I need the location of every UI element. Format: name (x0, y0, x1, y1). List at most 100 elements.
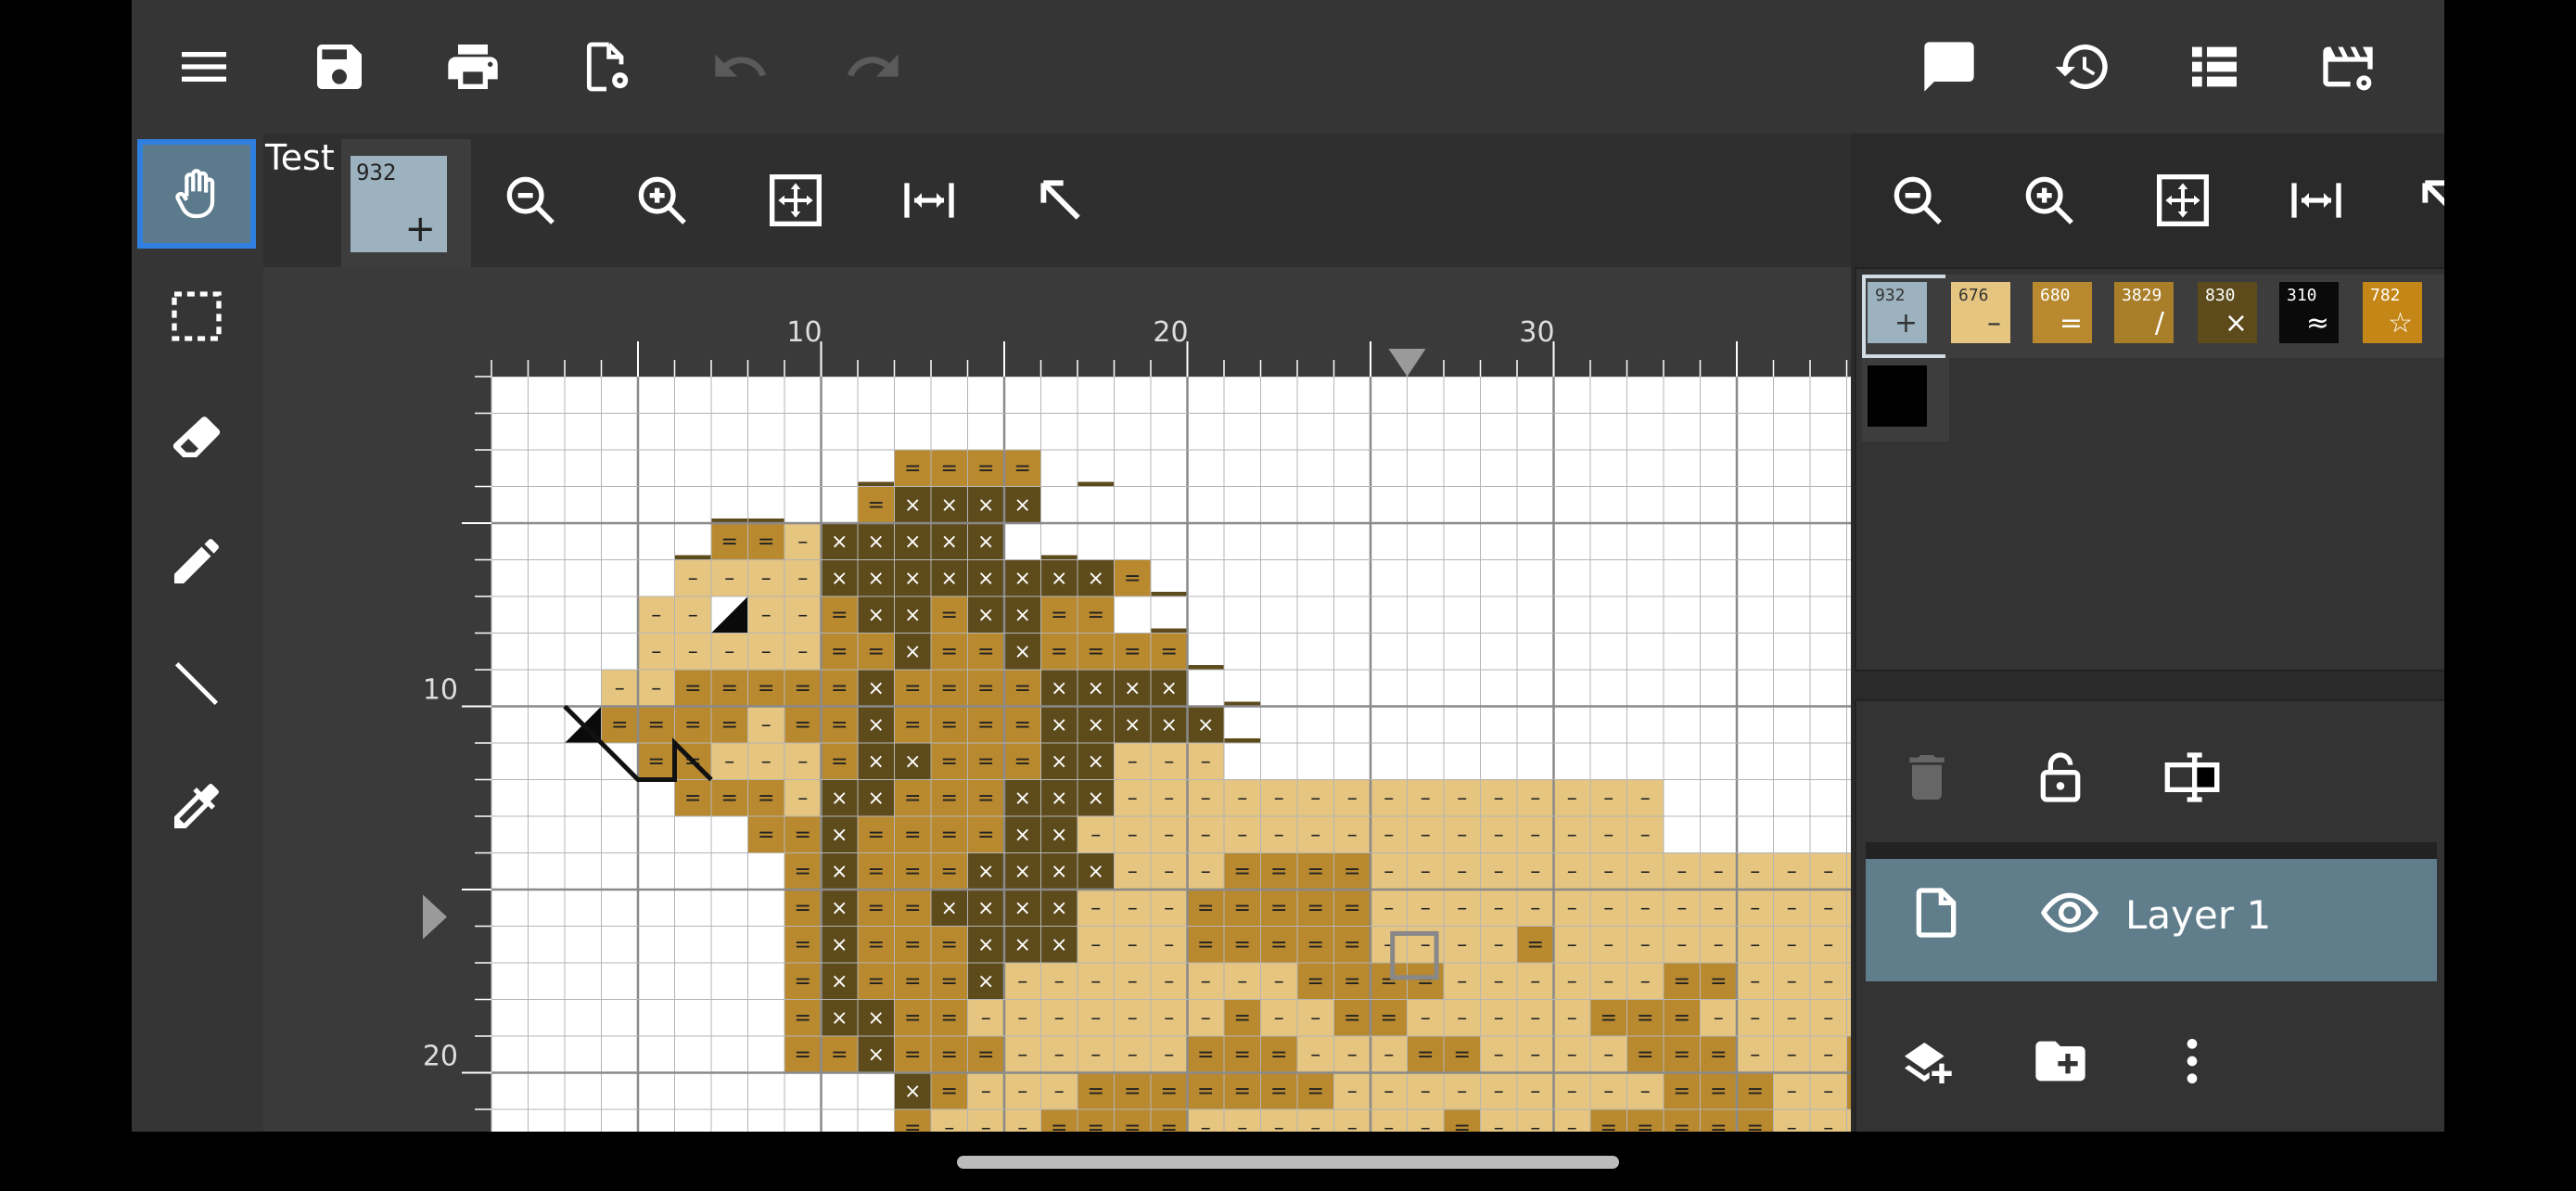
stitch-symbol: – (1017, 1080, 1027, 1103)
stitch-symbol: – (1164, 1044, 1174, 1067)
print-icon[interactable] (440, 33, 506, 100)
stitch-symbol: × (977, 897, 994, 920)
stitch-symbol: = (758, 787, 774, 810)
current-color-button[interactable]: 932 + (341, 139, 471, 269)
stitch-symbol: – (1494, 1006, 1504, 1030)
stitch-symbol: × (1088, 567, 1104, 590)
stitch-symbol: – (1164, 1006, 1174, 1030)
backstitch-mark (1224, 738, 1261, 743)
left-ruler (263, 377, 473, 1132)
palette-swatch[interactable] (1862, 358, 1949, 442)
pattern-canvas[interactable]: = = = = = × × × × = = – × × × × × – – – – × × × × × × × × = – – – – = × × = × ×… (263, 267, 1957, 1132)
pattern-grid[interactable]: = = = == × × × ×= = – × × × × ×– – – – × × × × × × × × =– – – – = × × = × ×… (263, 267, 1957, 1132)
line-tool-button[interactable] (137, 629, 256, 738)
backstitch-mark (1151, 592, 1188, 596)
stitch-symbol: – (1530, 1006, 1540, 1030)
stitch-symbol: × (868, 1044, 885, 1067)
stitch-symbol: = (1124, 567, 1141, 590)
cursor-arrow-icon[interactable] (1027, 167, 1094, 234)
top-ruler (263, 267, 1957, 377)
pencil-tool-button[interactable] (137, 506, 256, 616)
menu-icon[interactable] (171, 33, 237, 100)
stitch-symbol: – (761, 640, 772, 663)
palette-swatch[interactable]: 782 ☆ (2357, 275, 2444, 358)
layer-visibility-eye-icon[interactable] (2036, 879, 2103, 946)
palette-fit-width-icon[interactable] (2283, 167, 2350, 234)
movie-settings-icon[interactable] (2315, 33, 2381, 100)
stitch-symbol: – (1274, 970, 1284, 993)
select-tool-button[interactable] (137, 262, 256, 371)
stitch-symbol: – (1237, 824, 1247, 847)
stitch-symbol: = (684, 787, 701, 810)
stitch-symbol: – (1128, 1044, 1138, 1067)
more-options-icon[interactable] (2159, 1028, 2225, 1095)
stitch-symbol: = (795, 713, 811, 736)
comment-icon[interactable] (1916, 33, 1983, 100)
add-folder-icon[interactable] (2027, 1028, 2094, 1095)
stitch-symbol: – (1237, 787, 1247, 810)
palette-swatch[interactable]: 680 = (2027, 275, 2114, 358)
stitch-symbol: – (1201, 1006, 1211, 1030)
stitch-symbol: – (1384, 1044, 1394, 1067)
stitch-symbol: – (1823, 970, 1833, 993)
palette-swatch[interactable]: 3829 / (2109, 275, 2196, 358)
stitch-symbol: × (1051, 677, 1067, 700)
stitch-symbol: – (1787, 1117, 1797, 1132)
stitch-symbol: × (1051, 567, 1067, 590)
palette-fit-screen-icon[interactable] (2149, 167, 2216, 234)
stitch-symbol: = (795, 897, 811, 920)
stitch-symbol: × (1088, 713, 1104, 736)
stitch-symbol: × (831, 824, 848, 847)
stitch-symbol: = (1124, 640, 1141, 663)
eyedropper-tool-button[interactable] (137, 751, 256, 861)
redo-icon[interactable] (840, 33, 907, 100)
stitch-symbol: – (1530, 824, 1540, 847)
add-layer-icon[interactable] (1894, 1028, 1960, 1095)
stitch-symbol: – (944, 1117, 954, 1132)
stitch-symbol: × (904, 567, 921, 590)
stitch-symbol: = (1674, 1044, 1690, 1067)
lock-open-icon[interactable] (2027, 744, 2094, 811)
undo-icon[interactable] (707, 33, 773, 100)
zoom-out-icon[interactable] (497, 167, 564, 234)
stitch-symbol: × (831, 860, 848, 883)
current-color-number: 932 (356, 160, 397, 186)
zoom-in-icon[interactable] (629, 167, 695, 234)
document-settings-icon[interactable] (573, 33, 640, 100)
stitch-symbol: = (1197, 1080, 1214, 1103)
stitch-symbol: – (761, 750, 772, 774)
stitch-symbol: = (831, 640, 848, 663)
palette-swatch[interactable]: 310 ≈ (2274, 275, 2361, 358)
palette-swatch[interactable]: 830 × (2192, 275, 2279, 358)
hand-tool-button[interactable] (137, 139, 256, 249)
stitch-symbol: = (904, 1117, 921, 1132)
stitch-symbol: – (1530, 1044, 1540, 1067)
fit-width-icon[interactable] (896, 167, 963, 234)
palette-cursor-arrow-icon[interactable] (2413, 167, 2444, 234)
stitch-symbol: × (1124, 677, 1141, 700)
palette-swatch[interactable]: 676 – (1945, 275, 2033, 358)
palette-zoom-out-icon[interactable] (1884, 167, 1951, 234)
layer-properties-icon[interactable] (2159, 744, 2225, 811)
stitch-symbol: – (1274, 787, 1284, 810)
ruler-label: 30 (1519, 316, 1554, 349)
delete-layer-icon[interactable] (1894, 744, 1960, 811)
eraser-tool-button[interactable] (137, 384, 256, 493)
swatch-number: 782 (2370, 286, 2401, 305)
fit-screen-icon[interactable] (762, 167, 829, 234)
palette-zoom-in-icon[interactable] (2016, 167, 2083, 234)
stitch-symbol: = (721, 531, 738, 554)
stitch-symbol: = (904, 677, 921, 700)
stitch-symbol: × (941, 531, 958, 554)
palette-swatch[interactable]: 932 + (1862, 275, 1949, 358)
list-icon[interactable] (2181, 33, 2248, 100)
history-icon[interactable] (2049, 33, 2116, 100)
save-icon[interactable] (306, 33, 373, 100)
stitch-symbol: × (904, 493, 921, 517)
stitch-symbol: = (977, 713, 994, 736)
stitch-symbol: – (1201, 860, 1211, 883)
stitch-symbol: – (1457, 1006, 1467, 1030)
stitch-symbol: – (981, 1006, 991, 1030)
stitch-symbol: – (1421, 1080, 1431, 1103)
layer-row[interactable]: Layer 1 (1866, 842, 2437, 981)
